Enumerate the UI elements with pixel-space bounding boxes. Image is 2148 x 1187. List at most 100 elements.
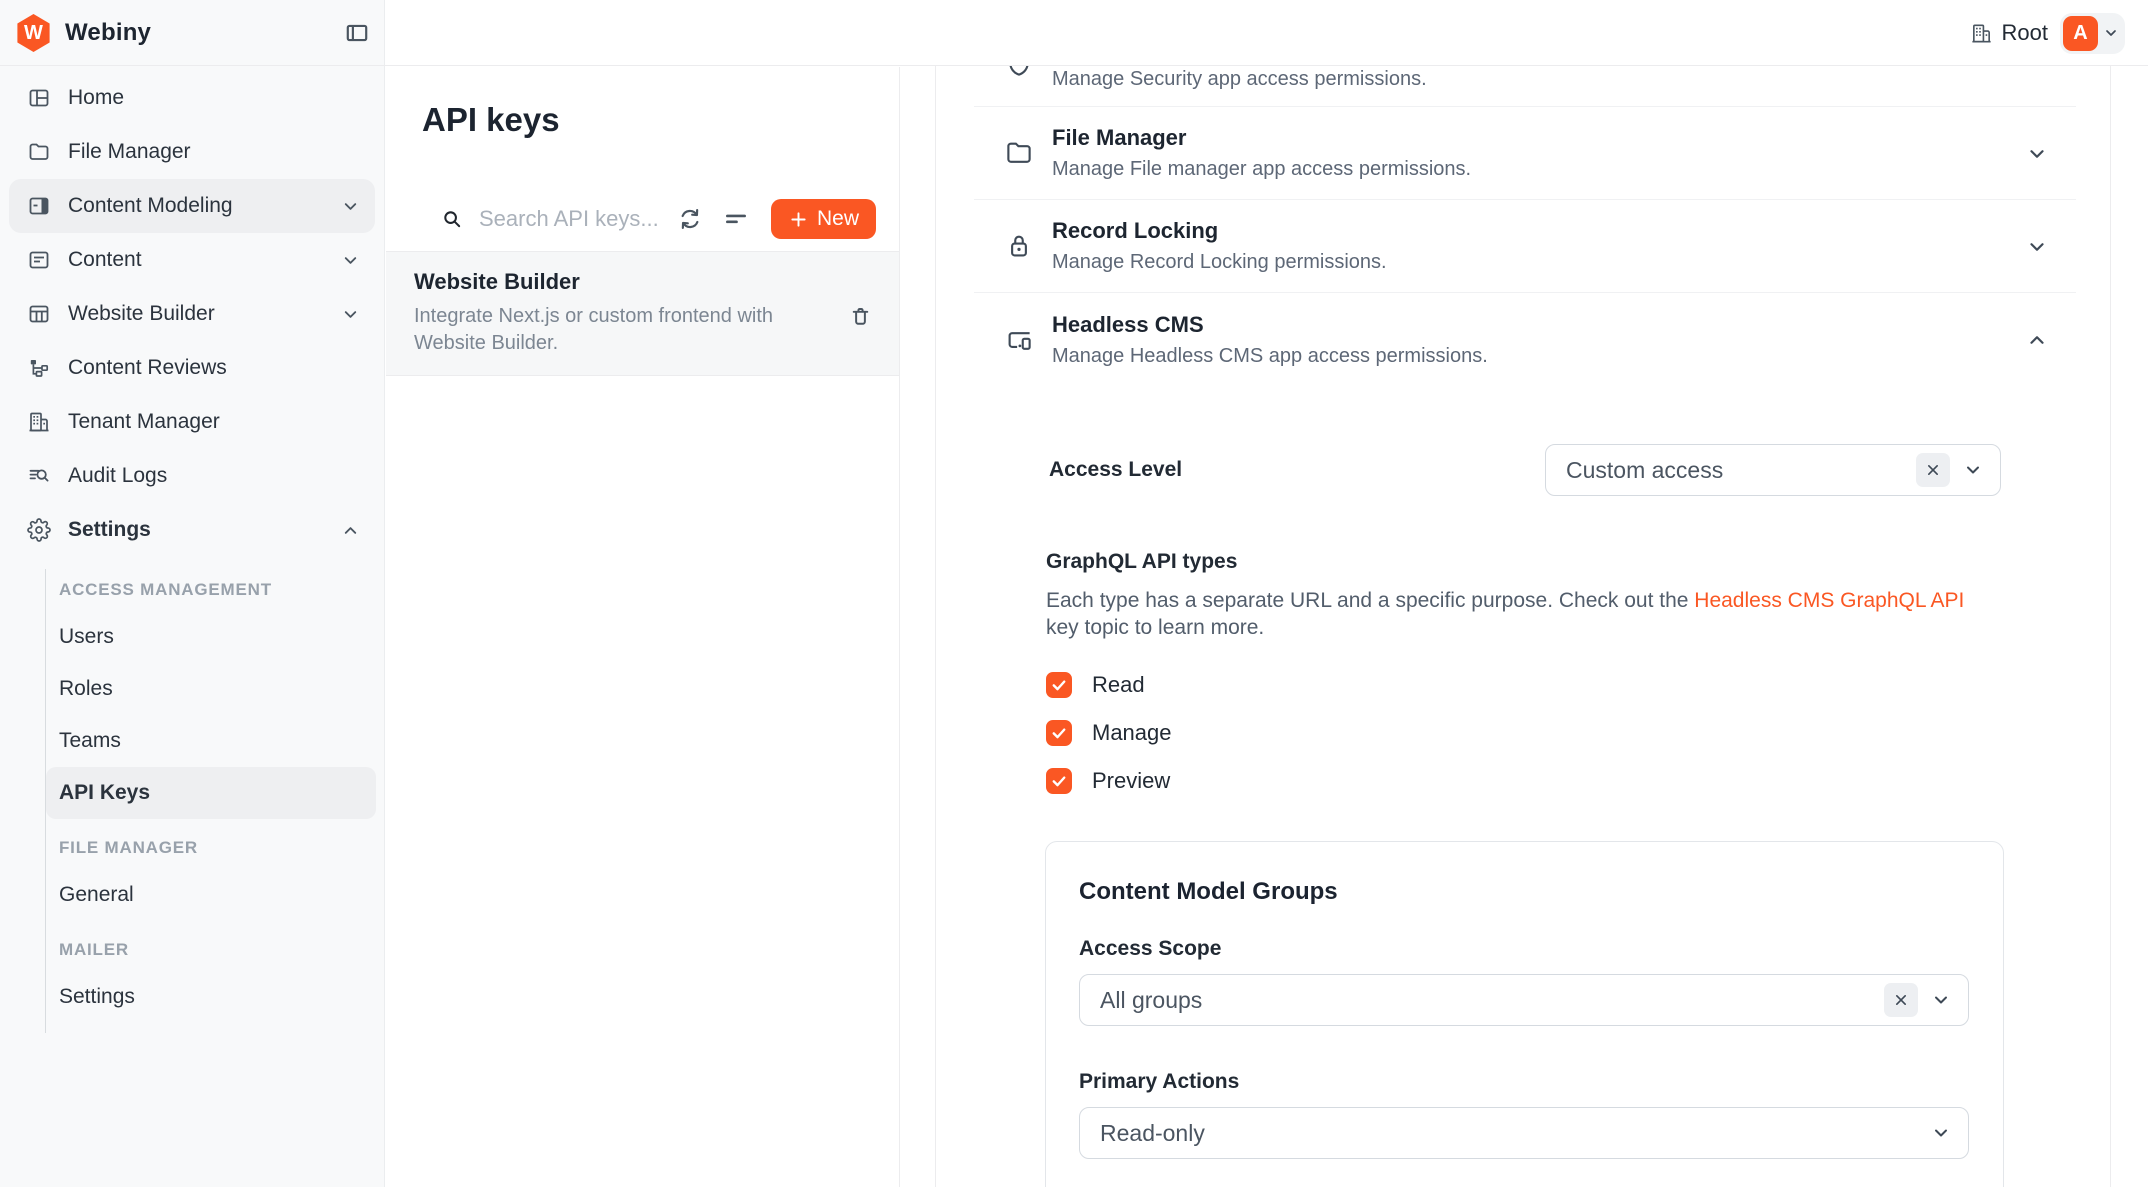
submenu-section-access-management: ACCESS MANAGEMENT — [46, 569, 376, 611]
chevron-down-icon — [2103, 25, 2119, 41]
plus-icon — [788, 209, 809, 230]
content-icon — [27, 248, 51, 272]
permission-rows: Manage Security app access permissions. … — [974, 66, 2076, 1187]
top-bar-right: Root A — [1970, 0, 2125, 66]
permission-row-title: Record Locking — [1052, 218, 1387, 244]
search-input[interactable] — [479, 206, 657, 232]
building-icon — [1970, 22, 1993, 45]
top-bar: W Webiny Root A — [0, 0, 2148, 66]
sidebar-item-teams[interactable]: Teams — [46, 715, 376, 767]
sidebar-item-audit-logs[interactable]: Audit Logs — [0, 449, 384, 503]
sidebar-item-mailer-settings[interactable]: Settings — [46, 971, 376, 1023]
permission-row-description: Manage Record Locking permissions. — [1052, 251, 1387, 274]
brand-area: W Webiny — [0, 0, 385, 66]
primary-actions-value: Read-only — [1100, 1120, 1205, 1147]
refresh-icon[interactable] — [677, 206, 703, 232]
sidebar-item-label: Content — [68, 248, 142, 272]
permission-row-headless-cms[interactable]: Headless CMS Manage Headless CMS app acc… — [974, 293, 2076, 386]
chevron-down-icon[interactable] — [2026, 236, 2048, 258]
api-key-detail-panel: Manage Security app access permissions. … — [935, 66, 2111, 1187]
new-api-key-button[interactable]: New — [771, 199, 876, 239]
access-level-select[interactable]: Custom access — [1545, 444, 2001, 496]
new-button-label: New — [817, 207, 859, 231]
sidebar-item-home[interactable]: Home — [0, 71, 384, 125]
permission-row-record-locking[interactable]: Record Locking Manage Record Locking per… — [974, 200, 2076, 293]
permission-row-title: File Manager — [1052, 125, 1471, 151]
sidebar-item-general[interactable]: General — [46, 869, 376, 921]
sidebar-item-settings[interactable]: Settings — [0, 503, 384, 557]
user-menu[interactable]: A — [2060, 13, 2125, 54]
sidebar-item-api-keys[interactable]: API Keys — [46, 767, 376, 819]
headless-cms-graphql-api-link[interactable]: Headless CMS GraphQL API — [1694, 589, 1964, 612]
chevron-down-icon[interactable] — [1931, 1123, 1951, 1143]
sidebar: Home File Manager Content Modeling Conte… — [0, 0, 385, 1187]
sort-icon[interactable] — [723, 206, 749, 232]
sidebar-item-roles[interactable]: Roles — [46, 663, 376, 715]
clear-selection-icon[interactable] — [1916, 453, 1950, 487]
settings-submenu: ACCESS MANAGEMENT Users Roles Teams API … — [45, 569, 376, 1033]
chevron-up-icon[interactable] — [2026, 329, 2048, 351]
api-key-title: Website Builder — [414, 269, 829, 295]
primary-actions-select[interactable]: Read-only — [1079, 1107, 1969, 1159]
sidebar-toggle-icon[interactable] — [344, 20, 370, 46]
sidebar-item-content-modeling[interactable]: Content Modeling — [9, 179, 375, 233]
sidebar-item-content-reviews[interactable]: Content Reviews — [0, 341, 384, 395]
sidebar-item-website-builder[interactable]: Website Builder — [0, 287, 384, 341]
list-toolbar: New — [386, 187, 899, 252]
sidebar-item-label: Content Reviews — [68, 356, 227, 380]
sidebar-item-tenant-manager[interactable]: Tenant Manager — [0, 395, 384, 449]
chevron-down-icon[interactable] — [1963, 460, 1983, 480]
preview-checkbox[interactable] — [1046, 768, 1072, 794]
sidebar-item-label: Settings — [68, 518, 151, 542]
checkbox-row-preview: Preview — [1046, 757, 2076, 805]
sidebar-item-users[interactable]: Users — [46, 611, 376, 663]
content-modeling-icon — [27, 194, 51, 218]
table-icon — [27, 302, 51, 326]
trash-icon[interactable] — [848, 304, 873, 329]
sidebar-item-label: Audit Logs — [68, 464, 167, 488]
access-scope-select[interactable]: All groups — [1079, 974, 1969, 1026]
api-keys-list-panel: API keys New Website Builder Integrate N… — [386, 67, 900, 1187]
sidebar-item-file-manager[interactable]: File Manager — [0, 125, 384, 179]
content-model-groups-card: Content Model Groups Access Scope All gr… — [1045, 841, 2004, 1187]
clear-selection-icon[interactable] — [1884, 983, 1918, 1017]
permission-row-title: Headless CMS — [1052, 312, 1488, 338]
sidebar-item-content[interactable]: Content — [0, 233, 384, 287]
chevron-down-icon[interactable] — [1931, 990, 1951, 1010]
access-scope-value: All groups — [1100, 987, 1202, 1014]
chevron-up-icon — [341, 521, 360, 540]
home-icon — [27, 86, 51, 110]
primary-actions-label: Primary Actions — [1079, 1070, 1969, 1094]
sidebar-item-label: Home — [68, 86, 124, 110]
folder-icon — [27, 140, 51, 164]
sidebar-item-label: File Manager — [68, 140, 191, 164]
lock-icon — [1004, 231, 1034, 261]
read-checkbox[interactable] — [1046, 672, 1072, 698]
description-text: key topic to learn more. — [1046, 616, 1264, 639]
card-title: Content Model Groups — [1079, 878, 1969, 906]
checkbox-label: Manage — [1092, 720, 1172, 746]
gear-icon — [27, 518, 51, 542]
shield-icon — [1004, 66, 1034, 79]
workflow-icon — [27, 356, 51, 380]
graphql-api-types-title: GraphQL API types — [1046, 550, 2076, 574]
chevron-down-icon[interactable] — [2026, 143, 2048, 165]
api-key-list-item[interactable]: Website Builder Integrate Next.js or cus… — [386, 252, 899, 376]
access-level-row: Access Level Custom access — [1049, 444, 2001, 496]
page-title: API keys — [422, 101, 899, 139]
building-icon — [27, 410, 51, 434]
sidebar-item-label: Website Builder — [68, 302, 215, 326]
submenu-section-mailer: MAILER — [46, 929, 376, 971]
avatar: A — [2063, 16, 2098, 51]
permission-row-security[interactable]: Manage Security app access permissions. — [974, 66, 2076, 107]
checkbox-label: Preview — [1092, 768, 1170, 794]
sidebar-item-label: Tenant Manager — [68, 410, 220, 434]
tenant-selector[interactable]: Root — [1970, 20, 2048, 46]
api-key-description: Integrate Next.js or custom frontend wit… — [414, 303, 829, 357]
permission-row-description: Manage Headless CMS app access permissio… — [1052, 345, 1488, 368]
description-text: Each type has a separate URL and a speci… — [1046, 589, 1694, 612]
permission-row-file-manager[interactable]: File Manager Manage File manager app acc… — [974, 107, 2076, 200]
manage-checkbox[interactable] — [1046, 720, 1072, 746]
folder-icon — [1004, 138, 1034, 168]
headless-cms-settings: Access Level Custom access GraphQL API t… — [974, 444, 2076, 1187]
